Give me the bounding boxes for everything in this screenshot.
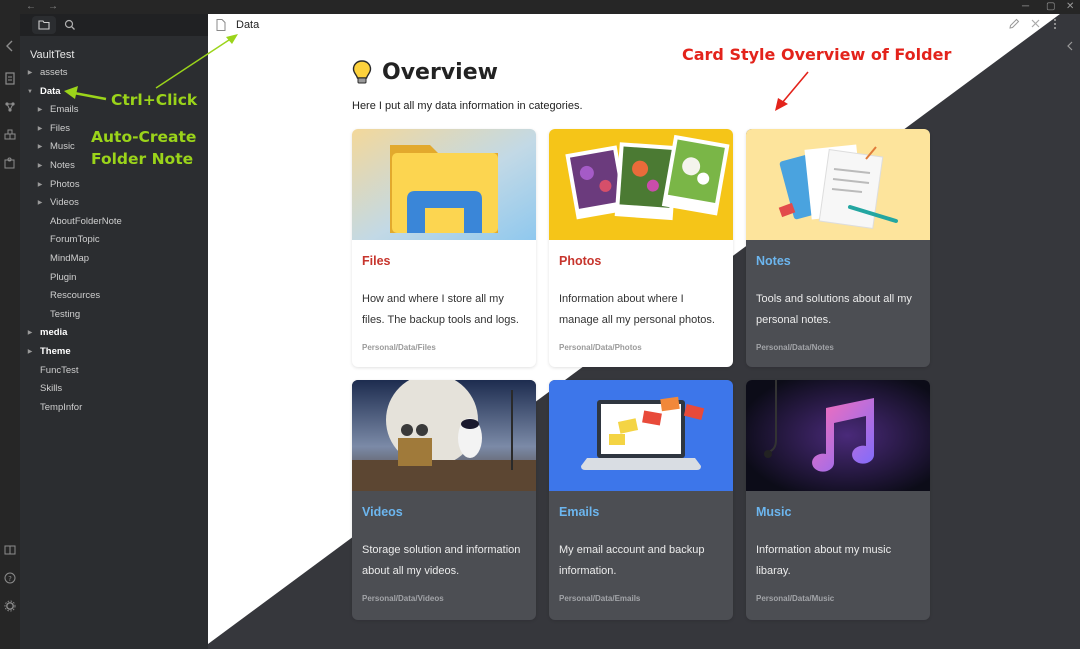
annotation-folder-note: Folder Note (91, 150, 194, 168)
annotation-ctrl-click: Ctrl+Click (111, 91, 198, 109)
annotation-auto-create: Auto-Create (91, 128, 197, 146)
annotation-card-style: Card Style Overview of Folder (682, 45, 952, 64)
